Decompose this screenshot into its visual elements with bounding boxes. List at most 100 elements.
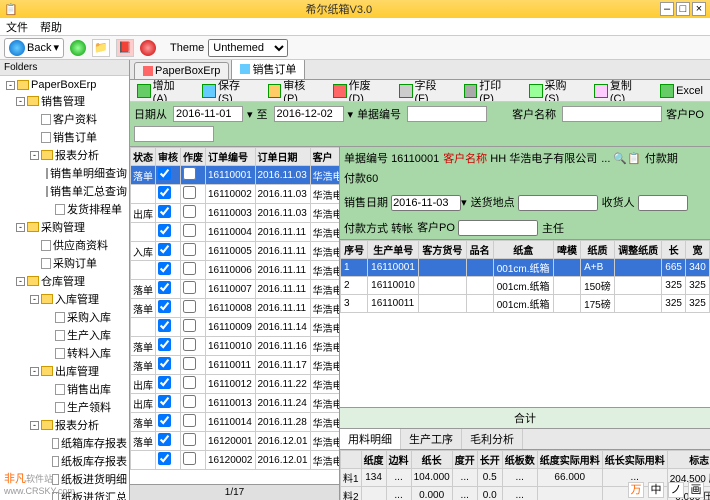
btab-process[interactable]: 生产工序 bbox=[401, 429, 462, 449]
audit-checkbox[interactable] bbox=[158, 338, 171, 351]
add-button[interactable]: 增加(A) bbox=[134, 80, 191, 102]
tree-node[interactable]: 销售单汇总查询 bbox=[2, 182, 127, 200]
order-row[interactable]: 出库161100032016.11.03华浩电 bbox=[131, 204, 340, 223]
tree-node[interactable]: -报表分析 bbox=[2, 416, 127, 434]
audit-checkbox[interactable] bbox=[158, 300, 171, 313]
line-row[interactable]: 316110011001cm.纸箱175磅325325 bbox=[341, 295, 710, 313]
void-checkbox[interactable] bbox=[183, 243, 196, 256]
tree-node[interactable]: 纸板库存报表 bbox=[2, 452, 127, 470]
tree-node[interactable]: 纸箱库存报表 bbox=[2, 434, 127, 452]
ime-2[interactable]: 中 bbox=[648, 482, 664, 498]
audit-checkbox[interactable] bbox=[158, 262, 171, 275]
line-row[interactable]: 116110001001cm.纸箱A+B665340 bbox=[341, 259, 710, 277]
tree-node[interactable]: 纸板进货汇总 bbox=[2, 488, 127, 500]
tree-node[interactable]: -出库管理 bbox=[2, 362, 127, 380]
audit-button[interactable]: 审核(P) bbox=[265, 80, 322, 102]
tab-paperboxerp[interactable]: PaperBoxErp bbox=[134, 62, 229, 79]
void-checkbox[interactable] bbox=[183, 376, 196, 389]
toolbar-btn-2[interactable]: 📕 bbox=[116, 39, 134, 57]
audit-checkbox[interactable] bbox=[158, 395, 171, 408]
tree-node[interactable]: 客户资料 bbox=[2, 110, 127, 128]
ime-4[interactable]: 画 bbox=[688, 482, 704, 498]
order-row[interactable]: 161100042016.11.11华浩电 bbox=[131, 223, 340, 242]
void-checkbox[interactable] bbox=[183, 167, 196, 180]
ime-1[interactable]: 万 bbox=[628, 482, 644, 498]
tab-sales-order[interactable]: 销售订单 bbox=[231, 60, 305, 79]
tree-node[interactable]: 采购订单 bbox=[2, 254, 127, 272]
date-btn-2[interactable]: ▾ bbox=[348, 108, 354, 121]
fields-button[interactable]: 字段(F) bbox=[396, 80, 453, 102]
lookup-button[interactable]: ... 🔍📋 bbox=[601, 152, 641, 165]
theme-select[interactable]: Unthemed bbox=[208, 39, 288, 57]
void-checkbox[interactable] bbox=[183, 414, 196, 427]
void-checkbox[interactable] bbox=[183, 452, 196, 465]
audit-checkbox[interactable] bbox=[158, 433, 171, 446]
btab-profit[interactable]: 毛利分析 bbox=[462, 429, 523, 449]
minimize-button[interactable]: – bbox=[660, 2, 674, 16]
audit-checkbox[interactable] bbox=[158, 281, 171, 294]
audit-checkbox[interactable] bbox=[158, 452, 171, 465]
void-checkbox[interactable] bbox=[183, 281, 196, 294]
void-checkbox[interactable] bbox=[183, 395, 196, 408]
audit-checkbox[interactable] bbox=[158, 205, 171, 218]
order-row[interactable]: 161100022016.11.03华浩电 bbox=[131, 185, 340, 204]
date-to-input[interactable] bbox=[274, 106, 344, 122]
void-checkbox[interactable] bbox=[183, 338, 196, 351]
menu-help[interactable]: 帮助 bbox=[40, 19, 62, 35]
audit-checkbox[interactable] bbox=[158, 243, 171, 256]
po-input[interactable] bbox=[134, 126, 214, 142]
detail-date[interactable] bbox=[391, 195, 461, 211]
line-row[interactable]: 216110010001cm.纸箱150磅325325 bbox=[341, 277, 710, 295]
order-row[interactable]: 落单161100082016.11.11华浩电 bbox=[131, 299, 340, 318]
void-checkbox[interactable] bbox=[183, 205, 196, 218]
void-checkbox[interactable] bbox=[183, 262, 196, 275]
tree-node[interactable]: 采购入库 bbox=[2, 308, 127, 326]
excel-button[interactable]: Excel bbox=[657, 83, 706, 99]
audit-checkbox[interactable] bbox=[158, 224, 171, 237]
void-button[interactable]: 作废(D) bbox=[330, 80, 388, 102]
toolbar-btn-3[interactable] bbox=[140, 40, 156, 56]
tree-node[interactable]: -销售管理 bbox=[2, 92, 127, 110]
audit-checkbox[interactable] bbox=[158, 376, 171, 389]
menu-file[interactable]: 文件 bbox=[6, 19, 28, 35]
tree-node[interactable]: 发货排程单 bbox=[2, 200, 127, 218]
order-row[interactable]: 落单161100102016.11.16华浩电 bbox=[131, 337, 340, 356]
maximize-button[interactable]: □ bbox=[676, 2, 690, 16]
tree-node[interactable]: -采购管理 bbox=[2, 218, 127, 236]
tree-node[interactable]: -入库管理 bbox=[2, 290, 127, 308]
void-checkbox[interactable] bbox=[183, 300, 196, 313]
audit-checkbox[interactable] bbox=[158, 319, 171, 332]
order-row[interactable]: 161100062016.11.11华浩电 bbox=[131, 261, 340, 280]
tree-node[interactable]: 转料入库 bbox=[2, 344, 127, 362]
order-row[interactable]: 落单161100072016.11.11华浩电 bbox=[131, 280, 340, 299]
toolbar-btn-1[interactable]: 📁 bbox=[92, 39, 110, 57]
close-button[interactable]: × bbox=[692, 2, 706, 16]
tree-node[interactable]: -报表分析 bbox=[2, 146, 127, 164]
btab-material[interactable]: 用料明细 bbox=[340, 429, 401, 449]
audit-checkbox[interactable] bbox=[158, 186, 171, 199]
tree-node[interactable]: 纸板进货明细 bbox=[2, 470, 127, 488]
order-row[interactable]: 出库161100122016.11.22华浩电 bbox=[131, 375, 340, 394]
audit-checkbox[interactable] bbox=[158, 167, 171, 180]
detail-po[interactable] bbox=[458, 220, 538, 236]
forward-button[interactable] bbox=[70, 40, 86, 56]
tree-node[interactable]: 供应商资料 bbox=[2, 236, 127, 254]
void-checkbox[interactable] bbox=[183, 186, 196, 199]
tree-root[interactable]: -PaperBoxErp bbox=[2, 78, 127, 92]
detail-recv[interactable] bbox=[638, 195, 688, 211]
order-row[interactable]: 161100092016.11.14华浩电 bbox=[131, 318, 340, 337]
order-row[interactable]: 161200022016.12.01华浩电 bbox=[131, 451, 340, 470]
order-row[interactable]: 落单161100142016.11.28华浩电 bbox=[131, 413, 340, 432]
audit-checkbox[interactable] bbox=[158, 357, 171, 370]
purchase-button[interactable]: 采购(S) bbox=[526, 80, 583, 102]
save-button[interactable]: 保存(S) bbox=[199, 80, 256, 102]
tree-node[interactable]: 生产领料 bbox=[2, 398, 127, 416]
detail-addr[interactable] bbox=[518, 195, 598, 211]
tree-node[interactable]: 销售单明细查询 bbox=[2, 164, 127, 182]
tree-node[interactable]: 销售出库 bbox=[2, 380, 127, 398]
audit-checkbox[interactable] bbox=[158, 414, 171, 427]
order-row[interactable]: 落单161100012016.11.03华浩电 bbox=[131, 166, 340, 185]
date-btn-1[interactable]: ▾ bbox=[247, 108, 253, 121]
order-input[interactable] bbox=[407, 106, 487, 122]
order-row[interactable]: 落单161200012016.12.01华浩电 bbox=[131, 432, 340, 451]
